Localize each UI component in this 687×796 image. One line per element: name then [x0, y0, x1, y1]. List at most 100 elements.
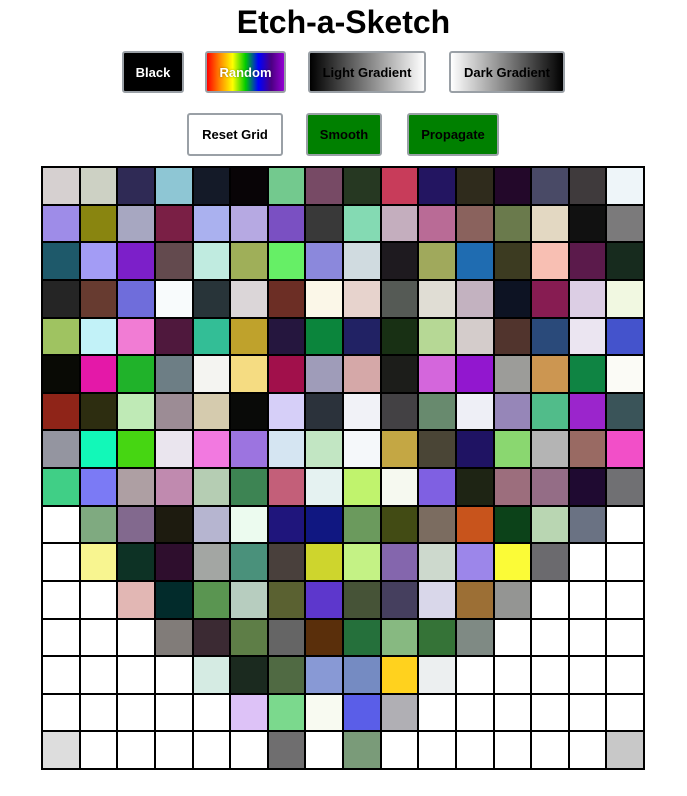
grid-cell[interactable]: [419, 205, 455, 242]
grid-cell[interactable]: [569, 657, 606, 693]
grid-cell[interactable]: [419, 732, 455, 768]
grid-cell[interactable]: [494, 469, 531, 505]
grid-cell[interactable]: [381, 469, 418, 505]
grid-cell[interactable]: [155, 544, 192, 580]
grid-cell[interactable]: [569, 732, 606, 768]
grid-cell[interactable]: [268, 506, 305, 543]
grid-cell[interactable]: [381, 280, 418, 317]
grid-cell[interactable]: [306, 619, 342, 656]
grid-cell[interactable]: [381, 393, 418, 430]
grid-cell[interactable]: [494, 280, 531, 317]
grid-cell[interactable]: [344, 657, 380, 693]
grid-cell[interactable]: [231, 581, 267, 618]
grid-cell[interactable]: [231, 393, 267, 430]
grid-cell[interactable]: [193, 581, 230, 618]
grid-cell[interactable]: [155, 619, 192, 656]
grid-cell[interactable]: [155, 318, 192, 355]
grid-cell[interactable]: [532, 356, 568, 392]
grid-cell[interactable]: [43, 205, 79, 242]
grid-cell[interactable]: [381, 657, 418, 693]
grid-cell[interactable]: [494, 581, 531, 618]
grid-cell[interactable]: [155, 168, 192, 204]
grid-cell[interactable]: [155, 356, 192, 392]
grid-cell[interactable]: [532, 168, 568, 204]
grid-cell[interactable]: [532, 544, 568, 580]
grid-cell[interactable]: [268, 168, 305, 204]
grid-cell[interactable]: [193, 243, 230, 279]
grid-cell[interactable]: [80, 506, 117, 543]
grid-cell[interactable]: [268, 694, 305, 731]
grid-cell[interactable]: [80, 544, 117, 580]
grid-cell[interactable]: [118, 393, 154, 430]
grid-cell[interactable]: [456, 657, 493, 693]
grid-cell[interactable]: [344, 619, 380, 656]
grid-cell[interactable]: [118, 581, 154, 618]
grid-cell[interactable]: [43, 694, 79, 731]
grid-cell[interactable]: [118, 657, 154, 693]
grid-cell[interactable]: [456, 469, 493, 505]
grid-cell[interactable]: [569, 205, 606, 242]
grid-cell[interactable]: [381, 506, 418, 543]
grid-cell[interactable]: [456, 356, 493, 392]
grid-cell[interactable]: [268, 393, 305, 430]
grid-cell[interactable]: [193, 506, 230, 543]
grid-cell[interactable]: [231, 318, 267, 355]
grid-cell[interactable]: [532, 318, 568, 355]
grid-cell[interactable]: [80, 657, 117, 693]
grid-cell[interactable]: [118, 205, 154, 242]
grid-cell[interactable]: [193, 393, 230, 430]
grid-cell[interactable]: [607, 356, 643, 392]
grid-cell[interactable]: [193, 280, 230, 317]
grid-cell[interactable]: [344, 318, 380, 355]
grid-cell[interactable]: [494, 168, 531, 204]
grid-cell[interactable]: [532, 431, 568, 467]
grid-cell[interactable]: [268, 243, 305, 279]
grid-cell[interactable]: [532, 619, 568, 656]
grid-cell[interactable]: [419, 544, 455, 580]
grid-cell[interactable]: [607, 469, 643, 505]
grid-cell[interactable]: [419, 393, 455, 430]
grid-cell[interactable]: [381, 581, 418, 618]
grid-cell[interactable]: [419, 280, 455, 317]
grid-cell[interactable]: [193, 431, 230, 467]
grid-cell[interactable]: [456, 506, 493, 543]
grid-cell[interactable]: [231, 694, 267, 731]
grid-cell[interactable]: [155, 243, 192, 279]
grid-cell[interactable]: [306, 356, 342, 392]
grid-cell[interactable]: [419, 168, 455, 204]
grid-cell[interactable]: [43, 243, 79, 279]
grid-cell[interactable]: [344, 393, 380, 430]
grid-cell[interactable]: [344, 431, 380, 467]
grid-cell[interactable]: [494, 732, 531, 768]
grid-cell[interactable]: [155, 657, 192, 693]
grid-cell[interactable]: [344, 469, 380, 505]
grid-cell[interactable]: [569, 318, 606, 355]
grid-cell[interactable]: [193, 732, 230, 768]
grid-cell[interactable]: [268, 205, 305, 242]
grid-cell[interactable]: [607, 393, 643, 430]
grid-cell[interactable]: [607, 544, 643, 580]
grid-cell[interactable]: [381, 205, 418, 242]
grid-cell[interactable]: [231, 469, 267, 505]
grid-cell[interactable]: [607, 318, 643, 355]
grid-cell[interactable]: [155, 431, 192, 467]
grid-cell[interactable]: [193, 205, 230, 242]
grid-cell[interactable]: [532, 243, 568, 279]
grid-cell[interactable]: [456, 280, 493, 317]
grid-cell[interactable]: [118, 506, 154, 543]
grid-cell[interactable]: [118, 243, 154, 279]
grid-cell[interactable]: [80, 205, 117, 242]
grid-cell[interactable]: [306, 657, 342, 693]
grid-cell[interactable]: [118, 544, 154, 580]
grid-cell[interactable]: [456, 581, 493, 618]
grid-cell[interactable]: [80, 469, 117, 505]
grid-cell[interactable]: [43, 544, 79, 580]
grid-cell[interactable]: [344, 356, 380, 392]
grid-cell[interactable]: [569, 393, 606, 430]
grid-cell[interactable]: [532, 280, 568, 317]
grid-cell[interactable]: [193, 168, 230, 204]
grid-cell[interactable]: [456, 243, 493, 279]
grid-cell[interactable]: [118, 619, 154, 656]
grid-cell[interactable]: [456, 732, 493, 768]
grid-cell[interactable]: [344, 581, 380, 618]
